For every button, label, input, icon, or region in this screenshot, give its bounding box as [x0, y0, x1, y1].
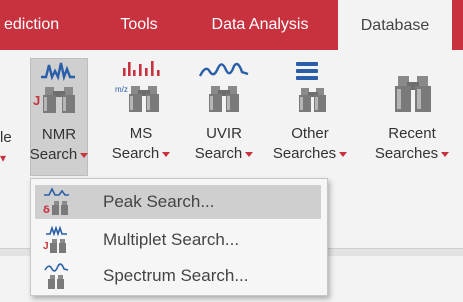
chevron-down-icon [162, 151, 171, 157]
menu-item-multiplet-search[interactable]: J Multiplet Search... [35, 223, 321, 257]
peak-search-icon: δ [43, 187, 69, 216]
spectrum-search-label: Spectrum Search... [103, 266, 249, 285]
chevron-down-icon [245, 151, 254, 157]
chevron-down-icon [441, 151, 450, 157]
other-searches-button[interactable]: Other Searches [266, 58, 354, 176]
list-binoculars-icon [296, 62, 326, 112]
multiplet-search-label: Multiplet Search... [103, 230, 240, 249]
tab-database[interactable]: Database [338, 0, 452, 52]
ribbon-tab-bar: ediction Tools Data Analysis Database [0, 0, 463, 52]
nmr-binoculars-icon: J [33, 62, 75, 113]
ribbon-panel: le ▾ J NMR Search m/z MS Search UVIR Sea… [0, 50, 463, 184]
nmr-j-letter: J [33, 93, 40, 108]
ms-search-button[interactable]: m/z MS Search [108, 58, 174, 176]
multiplet-search-icon: J [43, 225, 67, 253]
partial-ribbon-button-label[interactable]: le ▾ [0, 128, 20, 168]
uvir-search-button[interactable]: UVIR Search [186, 58, 262, 176]
ms-binoculars-icon: m/z [115, 61, 160, 112]
ms-mz-label: m/z [115, 85, 128, 94]
nmr-search-button[interactable]: J NMR Search [30, 58, 89, 176]
menu-item-peak-search[interactable]: δ Peak Search... [35, 185, 321, 219]
nmr-search-dropdown: δ Peak Search... J Multiplet Search... S… [30, 178, 328, 296]
ms-search-label: MS Search [112, 124, 171, 164]
peak-search-label: Peak Search... [103, 192, 215, 211]
spectrum-search-icon [44, 263, 69, 289]
recent-searches-label: Recent Searches [375, 124, 450, 164]
chevron-down-icon [80, 152, 89, 158]
tab-data-analysis[interactable]: Data Analysis [182, 0, 338, 50]
recent-searches-button[interactable]: Recent Searches [366, 58, 458, 176]
binoculars-icon [395, 76, 431, 112]
uvir-binoculars-icon [198, 62, 249, 112]
tab-prediction[interactable]: ediction [0, 0, 96, 50]
uvir-search-label: UVIR Search [195, 124, 254, 164]
other-searches-label: Other Searches [273, 124, 348, 164]
menu-item-spectrum-search[interactable]: Spectrum Search... [35, 259, 321, 293]
multiplet-j-letter: J [43, 241, 49, 252]
peak-delta-letter: δ [43, 205, 50, 216]
nmr-search-label: NMR Search [30, 125, 89, 165]
chevron-down-icon [339, 151, 348, 157]
tab-tools[interactable]: Tools [96, 0, 182, 50]
